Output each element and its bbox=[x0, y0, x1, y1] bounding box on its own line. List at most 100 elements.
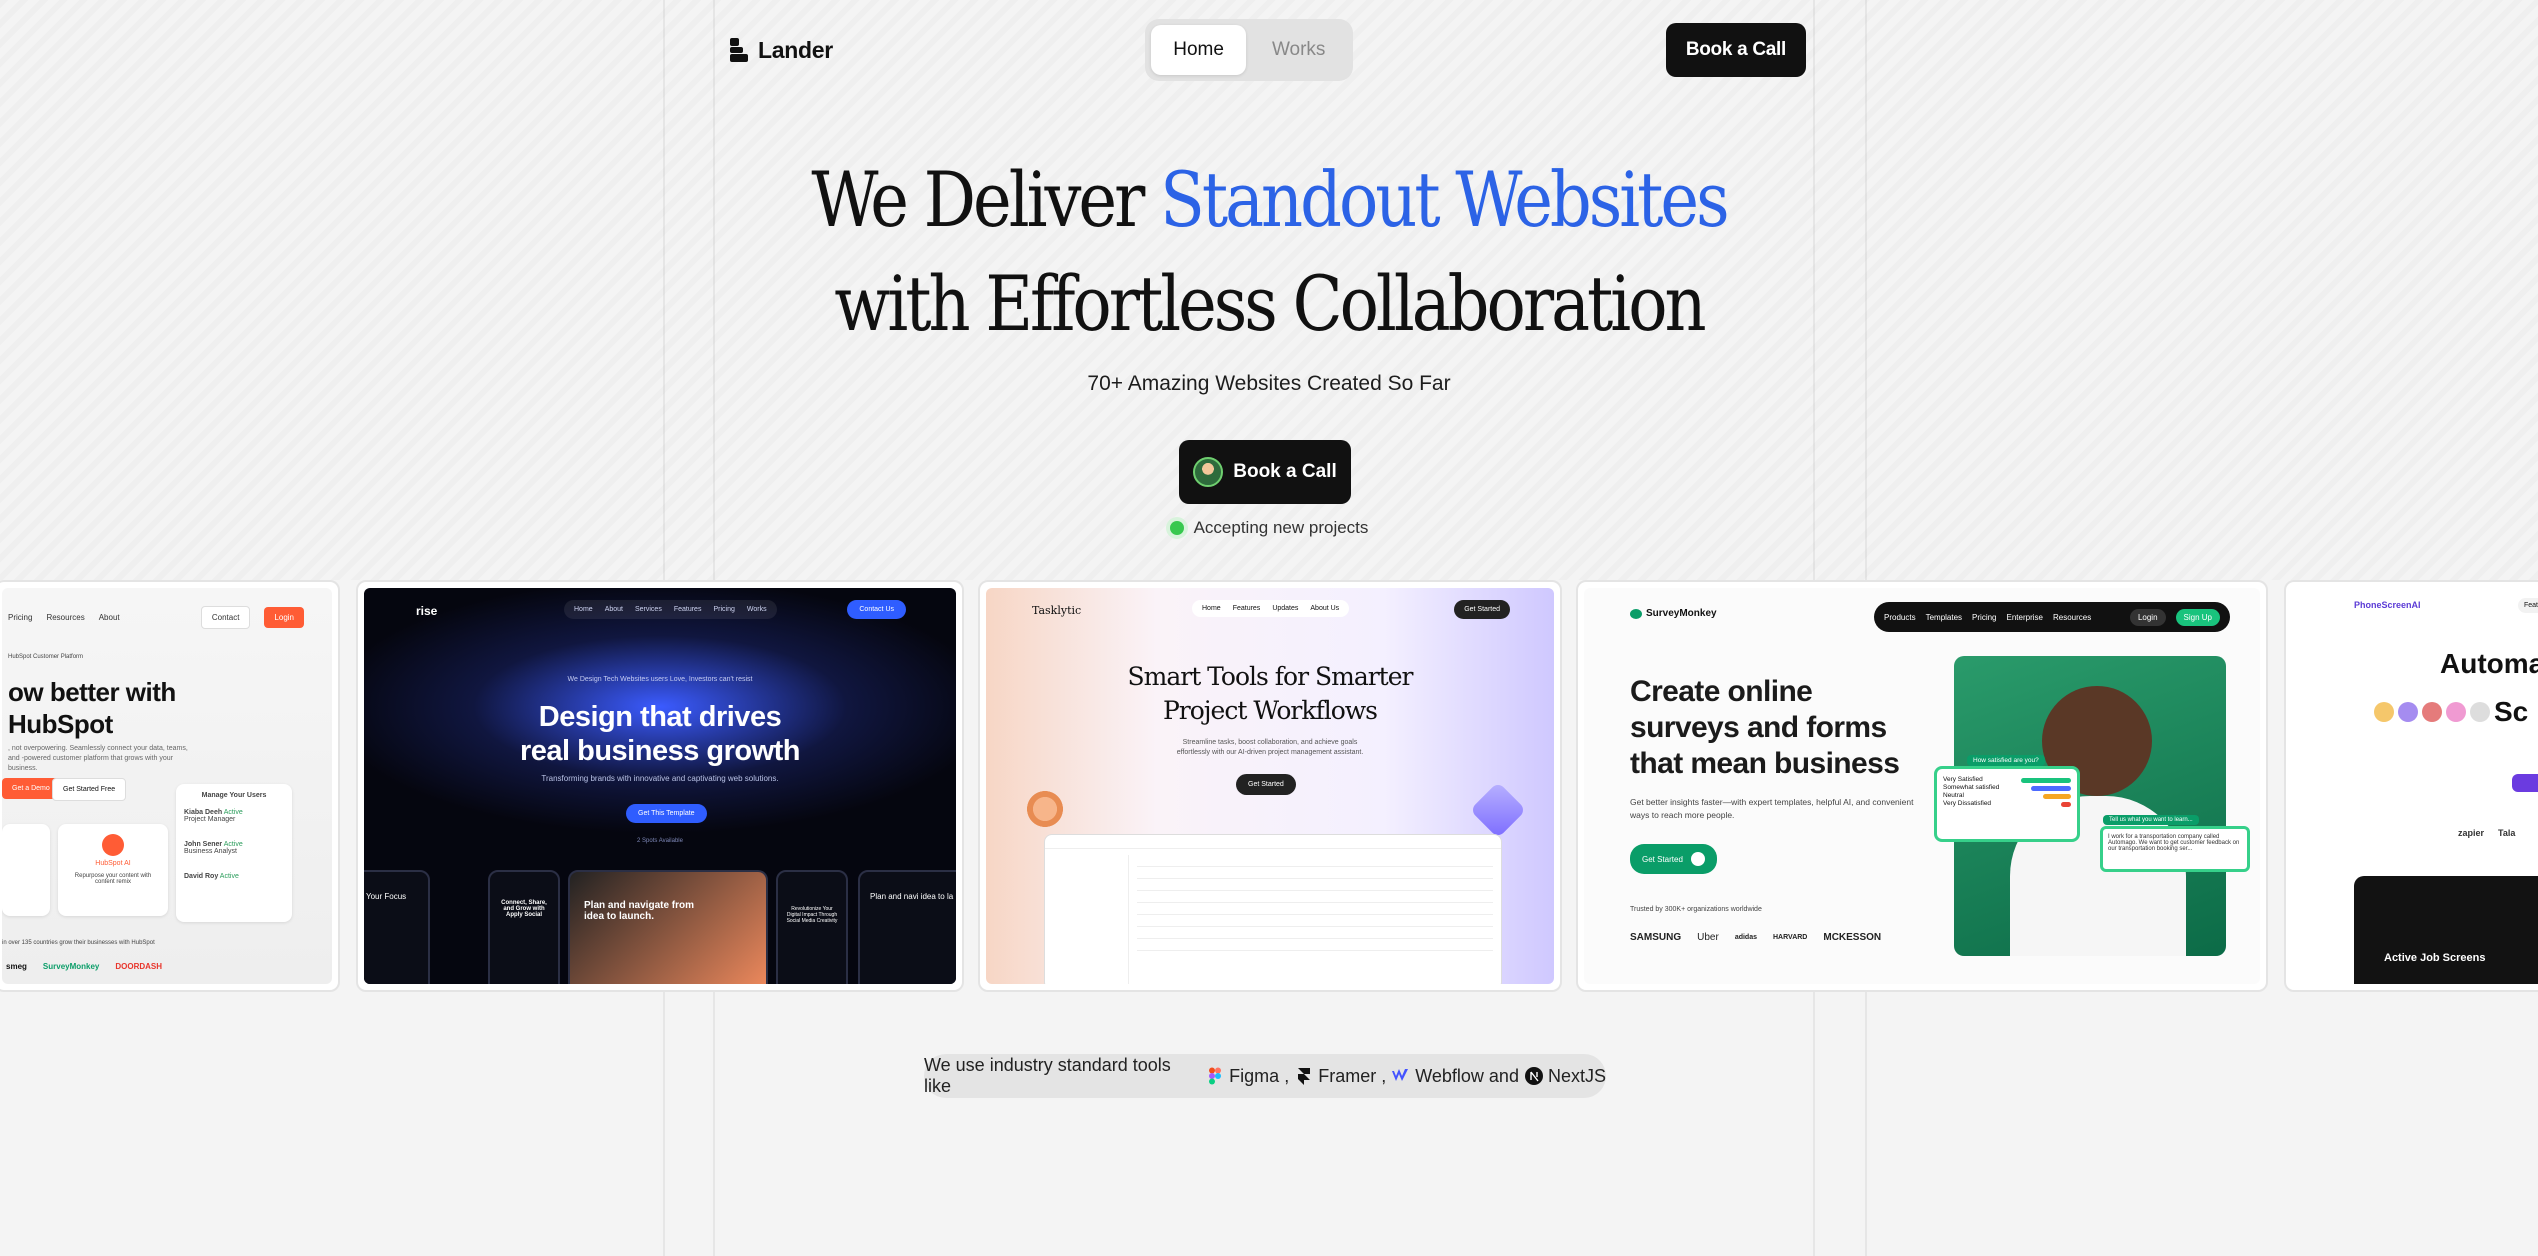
portfolio-card-tasklytic[interactable]: Tasklytic Home Features Updates About Us… bbox=[978, 580, 1562, 992]
sm-nav-products: Products bbox=[1884, 612, 1916, 622]
arise-nav-pricing: Pricing bbox=[713, 606, 735, 613]
phonescreen-headline-2: Sc bbox=[2494, 696, 2529, 727]
arise-desc: Transforming brands with innovative and … bbox=[541, 774, 779, 783]
arise-screen-1: Your Focus bbox=[364, 870, 430, 984]
phonescreen-logo-zapier: zapier bbox=[2458, 828, 2485, 838]
hubspot-user-3-status: Active bbox=[219, 873, 239, 880]
portfolio-card-phonescreen[interactable]: PhoneScreenAI Features Automa Sc zapier … bbox=[2284, 580, 2538, 992]
nextjs-icon bbox=[1524, 1067, 1543, 1085]
arise-screen-2: Connect, Share, and Grow with Apply Soci… bbox=[488, 870, 560, 984]
tab-home[interactable]: Home bbox=[1151, 25, 1246, 75]
arise-nav-services: Services bbox=[634, 606, 662, 613]
arise-headline: Design that drives real business growth bbox=[364, 700, 956, 768]
hubspot-ai-label: HubSpot AI bbox=[95, 860, 131, 867]
sm-headline-1: Create online bbox=[1630, 675, 1813, 708]
surveymonkey-brand: SurveyMonkey bbox=[1630, 608, 1717, 619]
sm-survey-option-3-label: Neutral bbox=[1943, 791, 1964, 799]
arise-nav-home: Home bbox=[574, 606, 593, 613]
hubspot-user-1: Kiaba Deeh Active Project Manager bbox=[184, 809, 284, 823]
arise-contact-button: Contact Us bbox=[847, 600, 906, 619]
sm-headline-2: surveys and forms bbox=[1630, 711, 1887, 744]
hubspot-user-3: David Roy Active bbox=[184, 873, 284, 880]
phonescreen-headline: Automa bbox=[2440, 648, 2538, 679]
arise-headline-2: real business growth bbox=[519, 735, 801, 767]
tasklytic-nav-cta: Get Started bbox=[1454, 600, 1510, 619]
tool-webflow: Webflow and bbox=[1392, 1066, 1519, 1087]
hubspot-nav: Pricing Resources About Contact Login bbox=[2, 606, 332, 629]
arise-screen-5-text: Plan and navi idea to la bbox=[870, 892, 954, 901]
decor-3d-shape-icon bbox=[1024, 788, 1066, 830]
sm-logo-harvard: HARVARD bbox=[1773, 934, 1808, 941]
book-call-nav-button[interactable]: Book a Call bbox=[1665, 23, 1806, 77]
tool-framer-sep: , bbox=[1381, 1065, 1387, 1086]
book-call-hero-button[interactable]: Book a Call bbox=[1179, 440, 1351, 504]
sm-signup: Sign Up bbox=[2175, 608, 2220, 626]
hubspot-nav-resources: Resources bbox=[46, 613, 85, 622]
status-text: Accepting new projects bbox=[1193, 518, 1369, 537]
sm-survey-option-2-label: Somewhat satisfied bbox=[1943, 783, 2000, 791]
tasklytic-headline-1: Smart Tools for Smarter bbox=[1127, 662, 1414, 691]
tool-figma: Figma, bbox=[1206, 1066, 1289, 1087]
hubspot-logo-1: smeg bbox=[6, 962, 27, 971]
sm-nav-resources: Resources bbox=[2052, 612, 2092, 622]
sm-survey-option-4-label: Very Dissatisfied bbox=[1943, 799, 1992, 807]
sm-login: Login bbox=[2129, 608, 2166, 626]
framer-icon bbox=[1298, 1068, 1311, 1085]
sm-nav-pricing: Pricing bbox=[1972, 612, 1997, 622]
portfolio-card-arise[interactable]: rise Home About Services Features Pricin… bbox=[356, 580, 964, 992]
tab-works[interactable]: Works bbox=[1250, 25, 1347, 75]
arise-tagline: We Design Tech Websites users Love, Inve… bbox=[567, 676, 753, 683]
tools-prefix: We use industry standard tools like bbox=[924, 1055, 1171, 1096]
tool-webflow-sep: and bbox=[1488, 1065, 1519, 1086]
hubspot-footer: in over 135 countries grow their busines… bbox=[2, 940, 155, 946]
availability-status: Accepting new projects bbox=[0, 518, 2538, 538]
arise-screen-3: Plan and navigate from idea to launch. bbox=[568, 870, 768, 984]
phonescreen-screen-title: Active Job Screens bbox=[2384, 952, 2486, 964]
hero-title-line2: with Effortless Collaboration bbox=[834, 259, 1706, 348]
sm-survey-option-3: Neutral bbox=[1943, 791, 2071, 799]
sm-survey-bar-3 bbox=[2043, 794, 2071, 799]
sm-survey-bar-2 bbox=[2031, 786, 2071, 791]
arise-screen-4-text: Revolutionize Your Digital Impact Throug… bbox=[786, 906, 838, 924]
hubspot-logo-2: SurveyMonkey bbox=[42, 962, 100, 971]
status-dot-icon bbox=[1169, 521, 1184, 535]
hubspot-badge: HubSpot Customer Platform bbox=[8, 654, 84, 660]
tasklytic-nav-updates: Updates bbox=[1272, 605, 1299, 612]
webflow-icon bbox=[1392, 1069, 1409, 1081]
phonescreen-device: Active Job Screens bbox=[2354, 876, 2538, 984]
tasklytic-headline: Smart Tools for Smarter Project Workflow… bbox=[986, 660, 1554, 728]
top-nav: Lander Home Works Book a Call bbox=[730, 19, 1806, 81]
hubspot-nav-about: About bbox=[98, 613, 120, 622]
tool-nextjs-label: NextJS bbox=[1547, 1065, 1606, 1086]
portfolio-card-surveymonkey[interactable]: SurveyMonkey Products Templates Pricing … bbox=[1576, 580, 2268, 992]
arise-nav-works: Works bbox=[746, 606, 767, 613]
sm-nav-enterprise: Enterprise bbox=[2006, 612, 2043, 622]
arise-screen-3-text: Plan and navigate from idea to launch. bbox=[584, 900, 695, 922]
sm-survey-bar-4 bbox=[2061, 802, 2071, 807]
tasklytic-headline-2: Project Workflows bbox=[1162, 696, 1378, 725]
tasklytic-app-preview bbox=[1044, 834, 1502, 984]
arise-screen-4: Revolutionize Your Digital Impact Throug… bbox=[776, 870, 848, 984]
hubspot-users-panel: Manage Your Users Kiaba Deeh Active Proje… bbox=[176, 784, 292, 922]
sm-survey-option-4: Very Dissatisfied bbox=[1943, 799, 2071, 807]
hero-title-accent: Standout Websites bbox=[1160, 155, 1730, 244]
portfolio-card-hubspot[interactable]: Pricing Resources About Contact Login Hu… bbox=[0, 580, 340, 992]
sm-cta-label: Get Started bbox=[1642, 854, 1683, 864]
nav-tabs: Home Works bbox=[1145, 19, 1354, 81]
hero-subtitle: 70+ Amazing Websites Created So Far bbox=[1087, 372, 1451, 395]
figma-icon bbox=[1209, 1067, 1222, 1085]
hubspot-ai-icon bbox=[102, 834, 124, 856]
hubspot-user-1-status: Active bbox=[223, 809, 243, 816]
brand-logo[interactable]: Lander bbox=[730, 37, 833, 64]
phonescreen-logo-tala: Tala bbox=[2498, 828, 2516, 838]
avatar bbox=[1193, 457, 1224, 487]
tool-nextjs: NextJS bbox=[1524, 1065, 1606, 1087]
surveymonkey-logo-icon bbox=[1630, 608, 1642, 619]
hubspot-user-2: John Sener Active Business Analyst bbox=[184, 841, 284, 855]
book-call-hero-label: Book a Call bbox=[1233, 461, 1337, 482]
hubspot-user-2-name: John Sener bbox=[184, 841, 223, 848]
tasklytic-nav-about: About Us bbox=[1310, 605, 1340, 612]
sm-nav-templates: Templates bbox=[1925, 612, 1963, 622]
arise-nav-features: Features bbox=[673, 606, 702, 613]
lander-logo-icon bbox=[730, 38, 748, 62]
